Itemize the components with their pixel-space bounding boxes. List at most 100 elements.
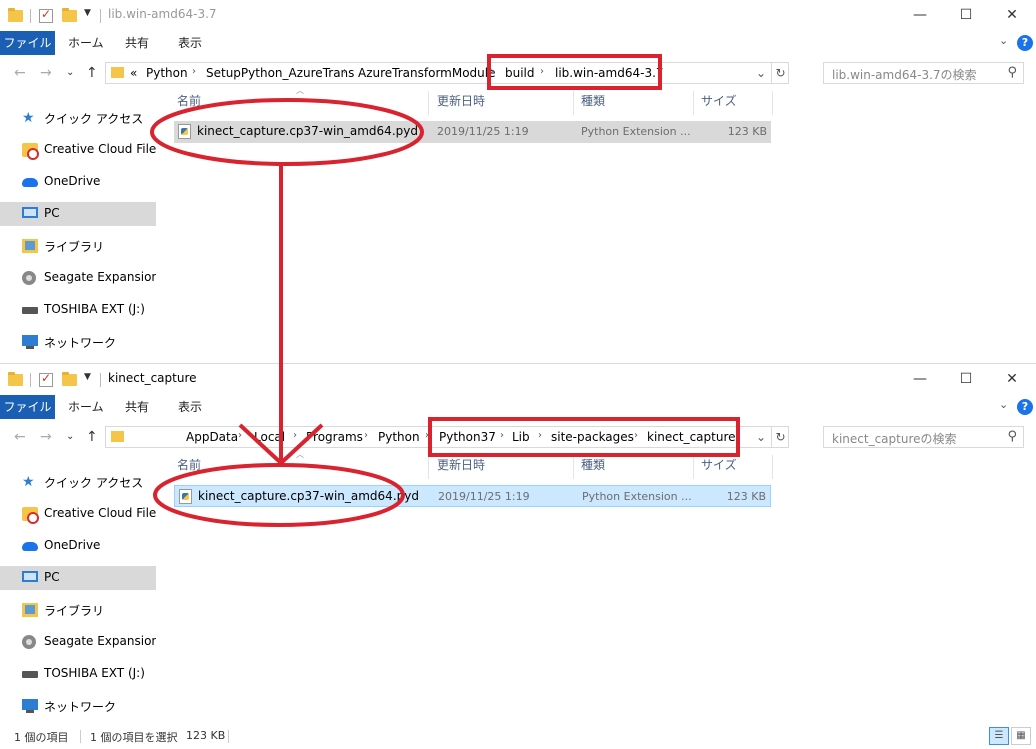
nav-item-library[interactable]: ライブラリ [0, 598, 156, 622]
breadcrumb-separator-icon[interactable]: › [490, 66, 494, 77]
search-input[interactable]: lib.win-amd64-3.7の検索 ⚲ [823, 62, 1024, 84]
nav-item-network[interactable]: ネットワーク [0, 330, 156, 354]
up-arrow-icon[interactable]: ↑ [86, 429, 98, 445]
back-arrow-icon[interactable]: ← [14, 65, 26, 81]
column-divider[interactable] [772, 91, 773, 115]
tab-file[interactable]: ファイル [0, 395, 55, 419]
breadcrumb-separator-icon[interactable]: › [364, 430, 368, 441]
back-arrow-icon[interactable]: ← [14, 429, 26, 445]
search-input[interactable]: kinect_captureの検索 ⚲ [823, 426, 1024, 448]
recent-locations-chevron-icon[interactable]: ⌄ [66, 67, 74, 78]
tab-view[interactable]: 表示 [178, 395, 202, 419]
column-header-name[interactable]: 名前 [177, 91, 201, 111]
ribbon-expand-icon[interactable]: ⌄ [999, 398, 1008, 411]
breadcrumb-build[interactable]: build [505, 66, 535, 80]
tab-share[interactable]: 共有 [125, 31, 149, 55]
tab-view[interactable]: 表示 [178, 31, 202, 55]
nav-item-pc[interactable]: PC [0, 566, 156, 590]
details-view-icon[interactable]: ☰ [989, 727, 1009, 745]
close-button[interactable]: ✕ [989, 364, 1035, 394]
large-icons-view-icon[interactable]: ▦ [1011, 727, 1031, 745]
explorer-window-bottom: ▼ kinect_capture — ☐ ✕ ファイル ホーム 共有 表示 ⌄ … [0, 363, 1036, 748]
file-row-selected[interactable]: kinect_capture.cp37-win_amd64.pyd 2019/1… [174, 485, 771, 507]
column-header-size[interactable]: サイズ [701, 455, 737, 475]
breadcrumb-local[interactable]: Local [254, 430, 285, 444]
nav-item-library[interactable]: ライブラリ [0, 234, 156, 258]
address-dropdown-icon[interactable]: ⌄ [752, 427, 770, 447]
forward-arrow-icon[interactable]: → [40, 429, 52, 445]
column-divider[interactable] [772, 455, 773, 479]
nav-item-creative-cloud[interactable]: Creative Cloud Files [0, 138, 156, 162]
column-divider[interactable] [428, 91, 429, 115]
search-icon[interactable]: ⚲ [1007, 429, 1017, 444]
up-arrow-icon[interactable]: ↑ [86, 65, 98, 81]
nav-item-network[interactable]: ネットワーク [0, 694, 156, 718]
breadcrumb-separator-icon[interactable]: › [538, 430, 542, 441]
nav-item-seagate[interactable]: Seagate Expansion Dr [0, 266, 156, 290]
help-icon[interactable]: ? [1017, 35, 1033, 51]
breadcrumb-lib[interactable]: Lib [512, 430, 530, 444]
nav-item-quick-access[interactable]: ★ クイック アクセス [0, 470, 156, 494]
tab-share[interactable]: 共有 [125, 395, 149, 419]
minimize-button[interactable]: — [897, 0, 943, 30]
tab-file[interactable]: ファイル [0, 31, 55, 55]
breadcrumb-overflow[interactable]: « [130, 66, 137, 80]
forward-arrow-icon[interactable]: → [40, 65, 52, 81]
column-header-size[interactable]: サイズ [701, 91, 737, 111]
breadcrumb-separator-icon[interactable]: › [343, 66, 347, 77]
column-header-type[interactable]: 種類 [581, 455, 605, 475]
column-header-name[interactable]: 名前 [177, 455, 201, 475]
breadcrumb-appdata[interactable]: AppData [186, 430, 238, 444]
breadcrumb-lib-win-amd64[interactable]: lib.win-amd64-3.7 [555, 66, 664, 80]
column-divider[interactable] [573, 91, 574, 115]
recent-locations-chevron-icon[interactable]: ⌄ [66, 431, 74, 442]
minimize-button[interactable]: — [897, 364, 943, 394]
tab-home[interactable]: ホーム [68, 31, 104, 55]
column-header-date[interactable]: 更新日時 [437, 455, 485, 475]
breadcrumb-separator-icon[interactable]: › [540, 66, 544, 77]
address-bar[interactable]: AppData › Local › Programs › Python › Py… [105, 426, 789, 448]
breadcrumb-setuppython[interactable]: SetupPython_AzureTrans [206, 66, 354, 80]
file-row[interactable]: kinect_capture.cp37-win_amd64.pyd 2019/1… [174, 121, 771, 143]
nav-item-quick-access[interactable]: ★ クイック アクセス [0, 106, 156, 130]
column-divider[interactable] [573, 455, 574, 479]
close-button[interactable]: ✕ [989, 0, 1035, 30]
breadcrumb-separator-icon[interactable]: › [238, 430, 242, 441]
breadcrumb-separator-icon[interactable]: › [500, 430, 504, 441]
refresh-icon[interactable]: ↻ [771, 63, 789, 83]
column-divider[interactable] [693, 91, 694, 115]
nav-item-creative-cloud[interactable]: Creative Cloud Files [0, 502, 156, 526]
breadcrumb-python[interactable]: Python [146, 66, 188, 80]
column-header-date[interactable]: 更新日時 [437, 91, 485, 111]
help-icon[interactable]: ? [1017, 399, 1033, 415]
search-icon[interactable]: ⚲ [1007, 65, 1017, 80]
breadcrumb-programs[interactable]: Programs [306, 430, 363, 444]
breadcrumb-separator-icon[interactable]: › [425, 430, 429, 441]
column-divider[interactable] [428, 455, 429, 479]
column-divider[interactable] [693, 455, 694, 479]
breadcrumb-kinect-capture[interactable]: kinect_capture [647, 430, 736, 444]
breadcrumb-site-packages[interactable]: site-packages [551, 430, 634, 444]
column-header-type[interactable]: 種類 [581, 91, 605, 111]
address-bar[interactable]: « Python › SetupPython_AzureTrans › Azur… [105, 62, 789, 84]
file-type: Python Extension ... [581, 125, 691, 138]
maximize-button[interactable]: ☐ [943, 364, 989, 394]
nav-item-onedrive[interactable]: OneDrive [0, 170, 156, 194]
breadcrumb-python37[interactable]: Python37 [439, 430, 496, 444]
breadcrumb-separator-icon[interactable]: › [192, 66, 196, 77]
breadcrumb-separator-icon[interactable]: › [634, 430, 638, 441]
maximize-button[interactable]: ☐ [943, 0, 989, 30]
nav-item-onedrive[interactable]: OneDrive [0, 534, 156, 558]
nav-item-toshiba[interactable]: TOSHIBA EXT (J:) [0, 298, 156, 322]
ribbon-expand-icon[interactable]: ⌄ [999, 34, 1008, 47]
nav-item-seagate[interactable]: Seagate Expansion Dr [0, 630, 156, 654]
nav-item-toshiba[interactable]: TOSHIBA EXT (J:) [0, 662, 156, 686]
breadcrumb-azuretransformmodule[interactable]: AzureTransformModule [358, 66, 496, 80]
nav-item-pc[interactable]: PC [0, 202, 156, 226]
breadcrumb-separator-icon[interactable]: › [658, 66, 662, 77]
address-dropdown-icon[interactable]: ⌄ [752, 63, 770, 83]
breadcrumb-python[interactable]: Python [378, 430, 420, 444]
breadcrumb-separator-icon[interactable]: › [293, 430, 297, 441]
refresh-icon[interactable]: ↻ [771, 427, 789, 447]
tab-home[interactable]: ホーム [68, 395, 104, 419]
